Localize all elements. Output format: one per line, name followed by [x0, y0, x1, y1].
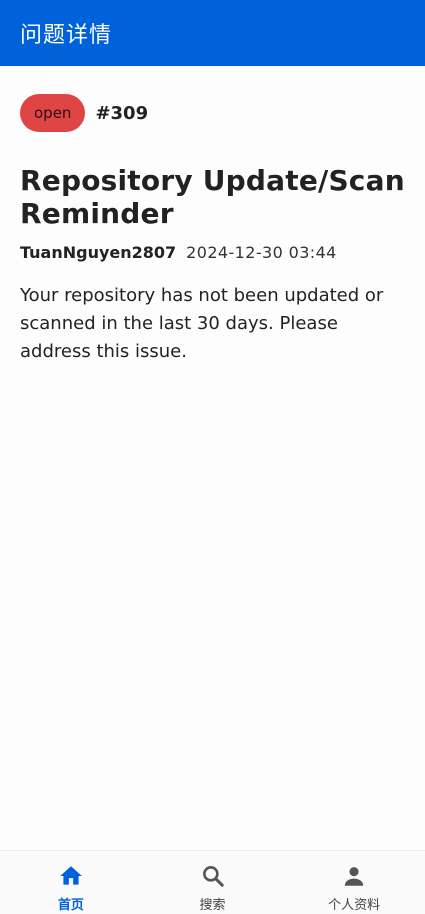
issue-meta-row: open #309: [20, 94, 405, 132]
nav-label-profile: 个人资料: [328, 898, 381, 913]
search-icon: [202, 866, 224, 887]
issue-timestamp: 2024-12-30 03:44: [186, 243, 337, 262]
author-row: TuanNguyen2807 2024-12-30 03:44: [20, 243, 405, 262]
bottom-nav: 首页 搜索 个人资料: [0, 850, 425, 914]
issue-detail-screen: 问题详情 open #309 Repository Update/Scan Re…: [0, 0, 425, 914]
nav-item-profile[interactable]: 个人资料: [283, 851, 425, 914]
app-bar: 问题详情: [0, 0, 425, 66]
home-icon: [59, 866, 82, 885]
issue-number: #309: [95, 102, 149, 124]
nav-label-search: 搜索: [199, 898, 226, 913]
page-title: 问题详情: [20, 23, 113, 48]
issue-body: Your repository has not been updated or …: [20, 285, 384, 362]
nav-item-search[interactable]: 搜索: [142, 851, 284, 914]
nav-label-home: 首页: [57, 898, 84, 913]
nav-item-home[interactable]: 首页: [0, 851, 142, 914]
issue-author[interactable]: TuanNguyen2807: [20, 243, 176, 262]
issue-content: open #309 Repository Update/Scan Reminde…: [20, 94, 405, 366]
issue-title: Repository Update/Scan Reminder: [20, 164, 405, 230]
status-badge: open: [20, 94, 86, 132]
person-icon: [344, 867, 364, 886]
